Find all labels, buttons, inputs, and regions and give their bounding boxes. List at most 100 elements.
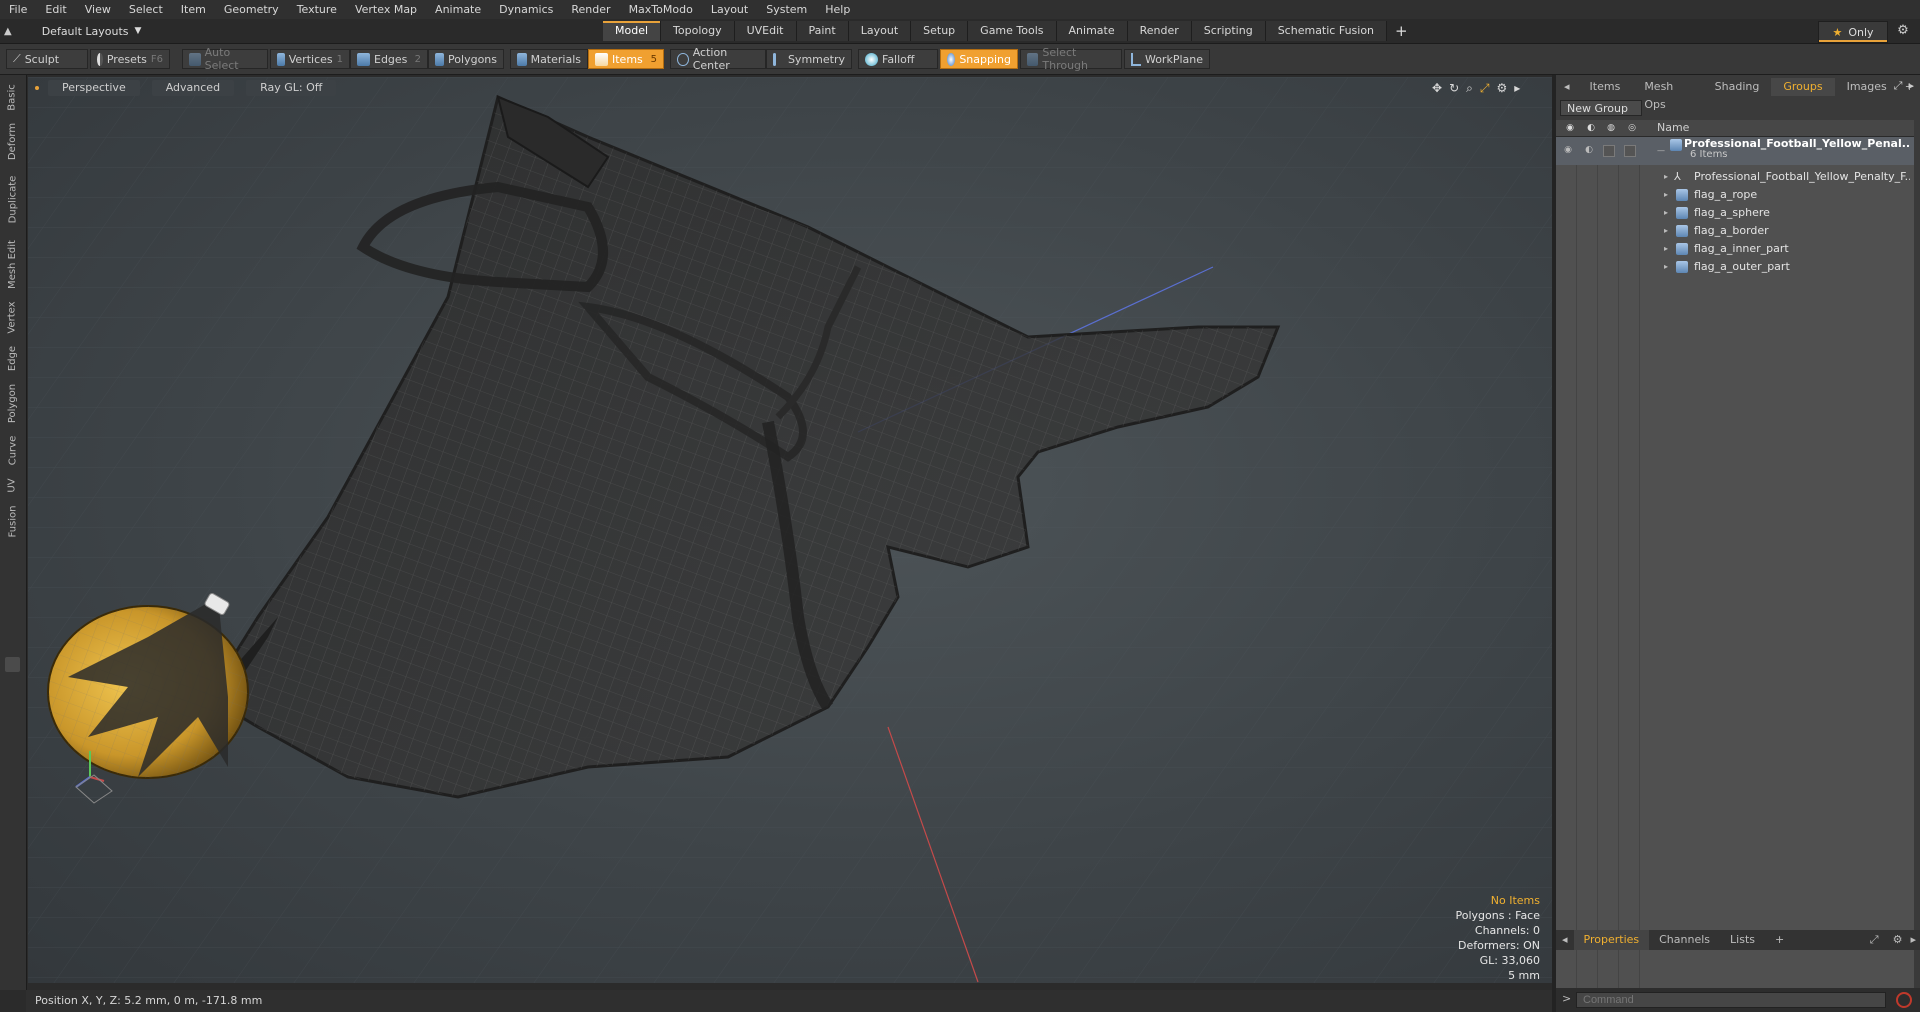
sculpt-button[interactable]: ⟋ Sculpt: [6, 49, 88, 69]
tab-groups[interactable]: Groups: [1771, 78, 1835, 96]
menu-file[interactable]: File: [0, 0, 36, 19]
group-item-row[interactable]: ▸ flag_a_border: [1556, 222, 1914, 240]
lock-checkbox[interactable]: [1603, 145, 1615, 157]
side-tab-polygon[interactable]: Polygon: [4, 379, 21, 427]
add-tab-icon[interactable]: +: [1387, 21, 1416, 41]
gear-icon[interactable]: ⚙: [1894, 22, 1912, 40]
tab-layout[interactable]: Layout: [848, 21, 912, 41]
vertices-button[interactable]: Vertices 1: [270, 49, 350, 69]
menu-geometry[interactable]: Geometry: [215, 0, 288, 19]
tab-animate[interactable]: Animate: [1056, 21, 1128, 41]
tab-images[interactable]: Images: [1835, 78, 1899, 96]
select-through-button[interactable]: Select Through: [1020, 46, 1122, 72]
auto-select-button[interactable]: Auto Select: [182, 46, 268, 72]
add-tab-icon[interactable]: +: [1765, 930, 1794, 950]
tab-properties[interactable]: Properties: [1573, 930, 1650, 950]
menu-select[interactable]: Select: [120, 0, 172, 19]
3d-viewport[interactable]: Perspective Advanced Ray GL: Off ✥ ↻ ⌕ ⤢…: [28, 77, 1552, 983]
tab-mesh-ops[interactable]: Mesh Ops: [1632, 78, 1702, 111]
tab-model[interactable]: Model: [603, 21, 662, 41]
select-column-icon[interactable]: ◎: [1626, 122, 1638, 134]
select-checkbox[interactable]: [1624, 145, 1636, 157]
group-item-row[interactable]: ▸ flag_a_outer_part: [1556, 258, 1914, 276]
zoom-icon[interactable]: ⌕: [1466, 81, 1473, 96]
menu-layout[interactable]: Layout: [702, 0, 757, 19]
side-panel-button[interactable]: [5, 657, 20, 672]
tab-lists[interactable]: Lists: [1720, 930, 1765, 950]
maximize-panel-icon[interactable]: ⤢: [1894, 79, 1903, 93]
shading-mode-button[interactable]: Advanced: [151, 80, 235, 96]
group-row-root[interactable]: ◉ ◐ — Professional_Football_Yellow_Penal…: [1556, 137, 1914, 165]
menu-maxtomodo[interactable]: MaxToModo: [620, 0, 702, 19]
menu-vertex-map[interactable]: Vertex Map: [346, 0, 426, 19]
workplane-button[interactable]: WorkPlane: [1124, 49, 1210, 69]
tab-scripting[interactable]: Scripting: [1191, 21, 1266, 41]
menu-help[interactable]: Help: [816, 0, 859, 19]
falloff-button[interactable]: Falloff: [858, 49, 938, 69]
record-icon[interactable]: [1896, 992, 1912, 1008]
snapping-button[interactable]: Snapping: [940, 49, 1018, 69]
menu-dynamics[interactable]: Dynamics: [490, 0, 562, 19]
pan-icon[interactable]: ✥: [1432, 81, 1442, 96]
side-tab-edge[interactable]: Edge: [4, 341, 21, 375]
edges-button[interactable]: Edges 2: [350, 49, 428, 69]
panel-menu-arrow-icon[interactable]: ▸: [1908, 79, 1914, 93]
side-tab-vertex[interactable]: Vertex: [4, 297, 21, 337]
name-column-header[interactable]: Name: [1657, 120, 1689, 136]
panel-menu-arrow-icon[interactable]: ▸: [1906, 930, 1920, 950]
tab-shading[interactable]: Shading: [1703, 78, 1772, 96]
menu-system[interactable]: System: [757, 0, 816, 19]
menu-item[interactable]: Item: [172, 0, 215, 19]
menu-view[interactable]: View: [76, 0, 120, 19]
command-input[interactable]: [1576, 992, 1886, 1008]
expand-arrow-icon[interactable]: ◂: [1556, 78, 1578, 96]
rotate-icon[interactable]: ↻: [1449, 81, 1459, 96]
render-column-icon[interactable]: ◐: [1585, 122, 1597, 134]
maximize-icon[interactable]: ⤢: [1480, 81, 1490, 96]
raygl-button[interactable]: Ray GL: Off: [246, 80, 337, 96]
tab-topology[interactable]: Topology: [661, 21, 735, 41]
viewport-gear-icon[interactable]: ⚙: [1496, 81, 1507, 96]
side-tab-uv[interactable]: UV: [4, 473, 21, 497]
group-item-row[interactable]: ▸ flag_a_inner_part: [1556, 240, 1914, 258]
expand-arrow-icon[interactable]: ◂: [1556, 930, 1574, 950]
tab-uvedit[interactable]: UVEdit: [734, 21, 797, 41]
group-item-row[interactable]: ▸ ⅄ Professional_Football_Yellow_Penalty…: [1556, 168, 1914, 186]
symmetry-button[interactable]: Symmetry: [766, 49, 852, 69]
only-button[interactable]: ★ Only: [1818, 21, 1888, 43]
tab-channels[interactable]: Channels: [1649, 930, 1720, 950]
side-tab-mesh-edit[interactable]: Mesh Edit: [4, 235, 21, 293]
presets-button[interactable]: Presets F6: [90, 49, 170, 69]
collapse-icon[interactable]: ▲: [4, 26, 12, 37]
items-button[interactable]: Items 5: [588, 49, 664, 69]
side-tab-fusion[interactable]: Fusion: [4, 501, 21, 541]
tab-paint[interactable]: Paint: [796, 21, 849, 41]
menu-edit[interactable]: Edit: [36, 0, 75, 19]
menu-texture[interactable]: Texture: [288, 0, 346, 19]
side-tab-duplicate[interactable]: Duplicate: [4, 169, 21, 229]
tab-items[interactable]: Items: [1578, 78, 1633, 96]
group-item-row[interactable]: ▸ flag_a_sphere: [1556, 204, 1914, 222]
tab-setup[interactable]: Setup: [911, 21, 969, 41]
collapse-triangle-icon[interactable]: —: [1657, 142, 1665, 160]
action-center-button[interactable]: Action Center: [670, 46, 766, 72]
menu-render[interactable]: Render: [562, 0, 619, 19]
tab-schematic-fusion[interactable]: Schematic Fusion: [1265, 21, 1388, 41]
materials-button[interactable]: Materials: [510, 49, 588, 69]
eye-icon[interactable]: ◉: [1562, 145, 1574, 156]
properties-gear-icon[interactable]: ⚙: [1889, 930, 1907, 950]
layout-selector[interactable]: ▲ Default Layouts ▼: [4, 22, 141, 40]
menu-animate[interactable]: Animate: [426, 0, 490, 19]
play-arrow-icon[interactable]: ▸: [1514, 81, 1520, 96]
side-tab-curve[interactable]: Curve: [4, 431, 21, 469]
tab-render[interactable]: Render: [1127, 21, 1192, 41]
maximize-panel-icon[interactable]: ⤢: [1860, 930, 1889, 950]
render-toggle-icon[interactable]: ◐: [1583, 145, 1595, 156]
polygons-button[interactable]: Polygons: [428, 49, 504, 69]
side-tab-basic[interactable]: Basic: [4, 79, 21, 115]
new-group-button[interactable]: New Group: [1560, 100, 1642, 116]
view-mode-button[interactable]: Perspective: [48, 80, 140, 96]
group-item-row[interactable]: ▸ flag_a_rope: [1556, 186, 1914, 204]
tab-game-tools[interactable]: Game Tools: [968, 21, 1057, 41]
side-tab-deform[interactable]: Deform: [4, 119, 21, 163]
